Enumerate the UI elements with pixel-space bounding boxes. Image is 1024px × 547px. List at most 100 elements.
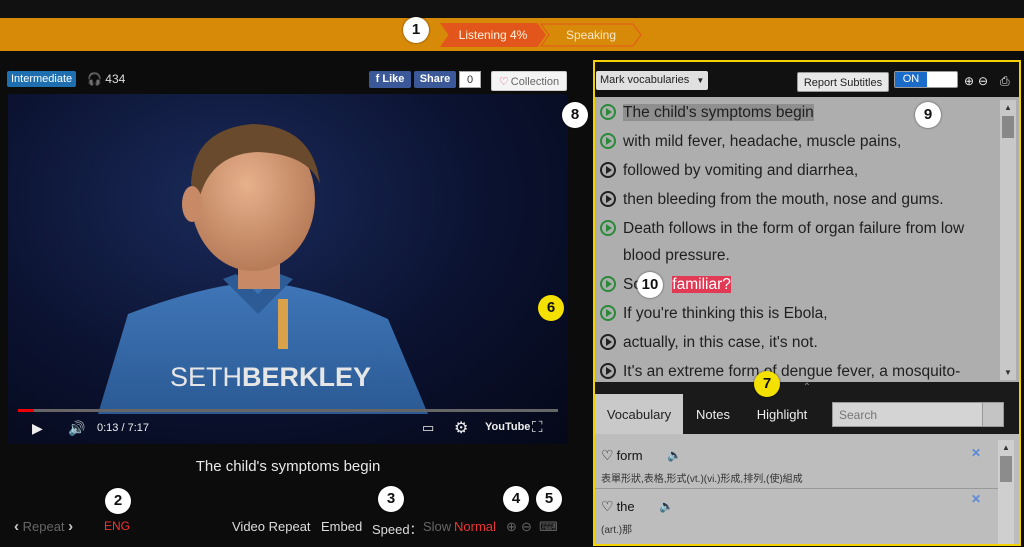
transcript-line-text: then bleeding from the mouth, nose and g…: [623, 191, 944, 208]
level-badge[interactable]: Intermediate: [7, 71, 77, 87]
facebook-icon: f: [375, 73, 380, 85]
heart-outline-icon[interactable]: ♡: [601, 447, 614, 463]
play-line-icon[interactable]: [600, 334, 616, 350]
scroll-up-icon[interactable]: ▲: [1004, 103, 1012, 112]
vocab-definition: (art.)那: [601, 525, 633, 536]
share-count: 0: [459, 71, 481, 88]
view-count-value: 434: [105, 72, 126, 86]
facebook-share-button[interactable]: Share: [414, 71, 456, 88]
print-icon[interactable]: ⎙: [1000, 74, 1010, 89]
tab-speaking[interactable]: Speaking: [540, 23, 642, 47]
top-strip: [0, 0, 1024, 18]
callout-badge-8: 8: [562, 102, 588, 128]
callout-badge-6: 6: [538, 295, 564, 321]
zoom-in-icon[interactable]: ⊕: [964, 74, 974, 88]
scrollbar-thumb[interactable]: [1000, 456, 1012, 482]
repeat-label: Repeat: [22, 519, 65, 534]
speaker-last-name: BERKLEY: [242, 362, 372, 392]
speaker-first-name: SETH: [170, 362, 243, 392]
transcript-scrollbar[interactable]: ▲ ▼: [1000, 100, 1016, 380]
transcript-list: The child's symptoms begin with mild fev…: [595, 97, 1019, 382]
heart-icon: ♡: [498, 76, 509, 88]
vocab-word: the: [616, 499, 635, 514]
keyboard-icon[interactable]: ⌨: [539, 519, 558, 535]
view-count: 🎧 434: [87, 70, 125, 88]
play-line-icon[interactable]: [600, 305, 616, 321]
embed-link[interactable]: Embed: [321, 519, 362, 534]
transcript-line-text: blood pressure.: [623, 247, 730, 264]
heart-outline-icon[interactable]: ♡: [601, 498, 614, 514]
transcript-line-text: It's an extreme form of dengue fever, a …: [623, 363, 961, 380]
scrollbar-thumb[interactable]: [1002, 116, 1014, 138]
speed-label: Speed：: [372, 522, 423, 537]
fullscreen-icon[interactable]: ⛶: [532, 419, 543, 436]
subtitle-toggle[interactable]: ON: [894, 71, 958, 88]
mark-vocabularies-dropdown[interactable]: Mark vocabularies ▼: [596, 71, 708, 90]
captions-icon[interactable]: ▭: [422, 420, 434, 436]
video-progress-bar[interactable]: [18, 409, 558, 412]
volume-icon[interactable]: 🔊: [68, 420, 85, 437]
play-line-icon[interactable]: [600, 133, 616, 149]
search-button[interactable]: [982, 403, 1003, 426]
divider: [595, 488, 999, 489]
highlighted-word[interactable]: familiar?: [672, 276, 731, 293]
callout-badge-4: 4: [503, 486, 529, 512]
video-control-bar: ▶ 🔊 0:13 / 7:17 ▭ ⚙ YouTube ⛶: [8, 414, 568, 444]
current-subtitle: The child's symptoms begin: [195, 458, 381, 475]
speaker-icon[interactable]: 🔈: [667, 448, 682, 462]
zoom-in-icon[interactable]: ⊕: [506, 519, 517, 535]
close-icon[interactable]: ✕: [971, 446, 981, 460]
chevron-up-icon[interactable]: ⌃: [803, 382, 811, 393]
chevron-right-icon[interactable]: ›: [68, 518, 73, 535]
tab-listening[interactable]: Listening 4%: [440, 23, 546, 47]
zoom-out-icon[interactable]: ⊖: [978, 74, 988, 88]
like-label: Like: [382, 73, 405, 85]
speaker-icon[interactable]: 🔈: [659, 499, 674, 513]
transcript-line-text: Death follows in the form of organ failu…: [623, 220, 965, 237]
youtube-logo[interactable]: YouTube: [485, 421, 530, 433]
tab-highlight[interactable]: Highlight: [745, 394, 819, 434]
vocab-list: ♡ form 🔈 ✕ 表單形狀,表格,形式(vt.)(vi.)形成,排列,(使)組…: [595, 434, 1019, 544]
vocab-definition: 表單形狀,表格,形式(vt.)(vi.)形成,排列,(使)組成: [601, 474, 803, 485]
toggle-on-label: ON: [895, 72, 927, 87]
scroll-down-icon[interactable]: ▼: [1004, 368, 1012, 377]
zoom-out-icon[interactable]: ⊖: [521, 519, 532, 535]
report-subtitles-button[interactable]: Report Subtitles: [797, 72, 889, 92]
tab-notes[interactable]: Notes: [685, 394, 741, 434]
gear-icon[interactable]: ⚙: [454, 418, 468, 438]
callout-badge-7: 7: [754, 371, 780, 397]
tab-vocabulary[interactable]: Vocabulary: [595, 394, 683, 434]
play-icon[interactable]: ▶: [32, 420, 43, 437]
play-line-icon[interactable]: [600, 162, 616, 178]
close-icon[interactable]: ✕: [971, 492, 981, 506]
facebook-like-button[interactable]: f Like: [369, 71, 411, 88]
callout-badge-5: 5: [536, 486, 562, 512]
vocab-search-input[interactable]: [832, 402, 1004, 427]
vocab-word: form: [616, 448, 643, 463]
play-line-icon[interactable]: [600, 363, 616, 379]
mark-vocab-label: Mark vocabularies: [600, 74, 690, 86]
play-line-icon[interactable]: [600, 191, 616, 207]
play-line-icon[interactable]: [600, 104, 616, 120]
play-line-icon[interactable]: [600, 276, 616, 292]
chevron-left-icon[interactable]: ‹: [14, 518, 19, 535]
repeat-control[interactable]: ‹ Repeat ›: [14, 518, 73, 535]
subtitle-language-toggle[interactable]: ENG: [104, 519, 130, 533]
scroll-up-icon[interactable]: ▲: [1002, 443, 1010, 452]
headphones-icon: 🎧: [87, 72, 102, 86]
transcript-line-text: actually, in this case, it's not.: [623, 334, 818, 351]
speed-normal-option[interactable]: Normal: [454, 519, 496, 534]
video-time: 0:13 / 7:17: [97, 422, 149, 434]
transcript-line-text: with mild fever, headache, muscle pains,: [623, 133, 902, 150]
transcript-line-text: If you're thinking this is Ebola,: [623, 305, 828, 322]
play-line-icon[interactable]: [600, 220, 616, 236]
callout-badge-3: 3: [378, 486, 404, 512]
speed-slow-option[interactable]: Slow: [423, 519, 451, 534]
vocab-scrollbar[interactable]: ▲: [998, 440, 1014, 544]
video-player[interactable]: SETHBERKLEY ▶ 🔊 0:13 / 7:17 ▭ ⚙ YouTube …: [8, 94, 568, 444]
panel-splitter[interactable]: ⌃: [595, 382, 1019, 394]
collection-button[interactable]: ♡ Collection: [491, 71, 567, 91]
transcript-line-text: followed by vomiting and diarrhea,: [623, 162, 859, 179]
video-repeat-link[interactable]: Video Repeat: [232, 519, 311, 534]
speaker-name-overlay: SETHBERKLEY: [170, 362, 371, 393]
